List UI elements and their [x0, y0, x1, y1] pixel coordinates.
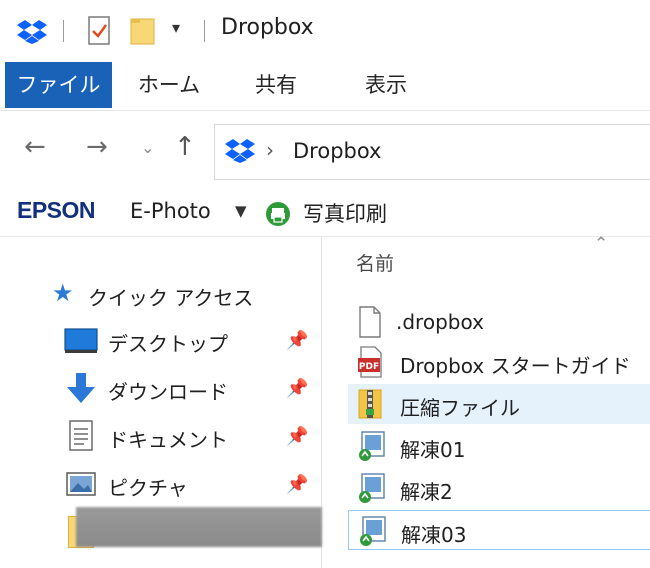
redacted-nav-item[interactable] [76, 507, 322, 547]
nav-item-label: デスクトップ [108, 332, 228, 356]
file-name: 圧縮ファイル [400, 396, 520, 420]
tab-file[interactable]: ファイル [5, 62, 112, 108]
forward-arrow-icon[interactable]: → [86, 132, 108, 162]
nav-item-label: ドキュメント [108, 428, 228, 452]
title-separator [63, 20, 64, 42]
file-row[interactable]: 解凍01 [348, 426, 650, 466]
file-row-selected[interactable]: 圧縮ファイル [348, 384, 650, 424]
blank-file-icon [359, 306, 381, 338]
breadcrumb-chevron-icon[interactable]: › [266, 138, 274, 162]
toolbar-divider [0, 236, 650, 237]
breadcrumb-dropbox[interactable]: Dropbox [293, 139, 381, 163]
nav-item-label: ピクチャ [108, 476, 188, 500]
svg-text:PDF: PDF [359, 362, 379, 372]
pin-icon[interactable]: 📌 [286, 378, 308, 399]
column-header-name[interactable]: 名前 [356, 249, 394, 276]
nav-item-pictures[interactable]: ピクチャ 📌 [0, 462, 321, 508]
quick-access-toolbar-dropdown-icon[interactable]: ▾ [172, 18, 180, 37]
epson-logo: EPSON [17, 197, 96, 223]
desktop-icon [64, 328, 98, 353]
new-folder-icon[interactable] [130, 16, 156, 46]
up-arrow-icon[interactable]: ↑ [174, 132, 196, 162]
file-name: Dropbox スタートガイド [400, 354, 631, 378]
pin-icon[interactable]: 📌 [286, 330, 308, 351]
ribbon-tabs: ファイル ホーム 共有 表示 [0, 62, 650, 111]
epson-toolbar: EPSON E-Photo ▼ 写真印刷 [0, 188, 650, 236]
file-name: 解凍2 [400, 480, 453, 504]
title-separator [204, 20, 205, 42]
epson-photo-print[interactable]: 写真印刷 [303, 198, 387, 228]
print-photo-icon[interactable] [265, 201, 291, 227]
tab-share[interactable]: 共有 [240, 62, 312, 108]
dropbox-icon [17, 20, 47, 44]
dropbox-icon [225, 139, 255, 163]
shortcut-file-icon [359, 473, 385, 503]
file-row[interactable]: .dropbox [348, 302, 650, 342]
file-name: 解凍03 [401, 523, 467, 547]
pin-icon[interactable]: 📌 [286, 426, 308, 447]
zip-folder-icon [358, 389, 382, 419]
nav-item-desktop[interactable]: デスクトップ 📌 [0, 318, 321, 364]
file-row[interactable]: 解凍2 [348, 468, 650, 508]
file-row-focused[interactable]: 解凍03 [348, 510, 650, 550]
recent-locations-chevron-icon[interactable]: ⌄ [141, 138, 154, 157]
title-bar: ▾ Dropbox [0, 0, 650, 62]
pdf-file-icon: PDF [358, 346, 382, 378]
tab-view[interactable]: 表示 [350, 62, 422, 108]
nav-quick-access-label: クイック アクセス [88, 286, 254, 310]
download-arrow-icon [67, 373, 95, 403]
epson-dropdown-icon[interactable]: ▼ [235, 202, 247, 220]
picture-icon [66, 472, 96, 496]
address-bar[interactable]: › Dropbox [214, 124, 650, 180]
window-title: Dropbox [221, 15, 314, 40]
properties-icon[interactable] [88, 16, 112, 46]
pin-icon[interactable]: 📌 [286, 474, 308, 495]
sort-ascending-icon: ⌃ [594, 234, 609, 254]
tab-home[interactable]: ホーム [131, 62, 207, 108]
file-name: .dropbox [396, 310, 484, 334]
star-icon: ★ [52, 279, 74, 307]
file-name: 解凍01 [400, 438, 466, 462]
nav-quick-access[interactable]: ★ クイック アクセス [0, 272, 321, 318]
shortcut-file-icon [359, 431, 385, 461]
navigation-bar: ← → ⌄ ↑ › Dropbox [0, 112, 650, 188]
nav-item-documents[interactable]: ドキュメント 📌 [0, 414, 321, 460]
nav-item-downloads[interactable]: ダウンロード 📌 [0, 366, 321, 412]
nav-item-label: ダウンロード [108, 380, 228, 404]
epson-ephoto-menu[interactable]: E-Photo [130, 199, 211, 223]
shortcut-file-icon [360, 516, 386, 546]
file-row[interactable]: PDF Dropbox スタートガイド [348, 342, 650, 382]
document-icon [69, 420, 93, 451]
back-arrow-icon[interactable]: ← [24, 132, 46, 162]
